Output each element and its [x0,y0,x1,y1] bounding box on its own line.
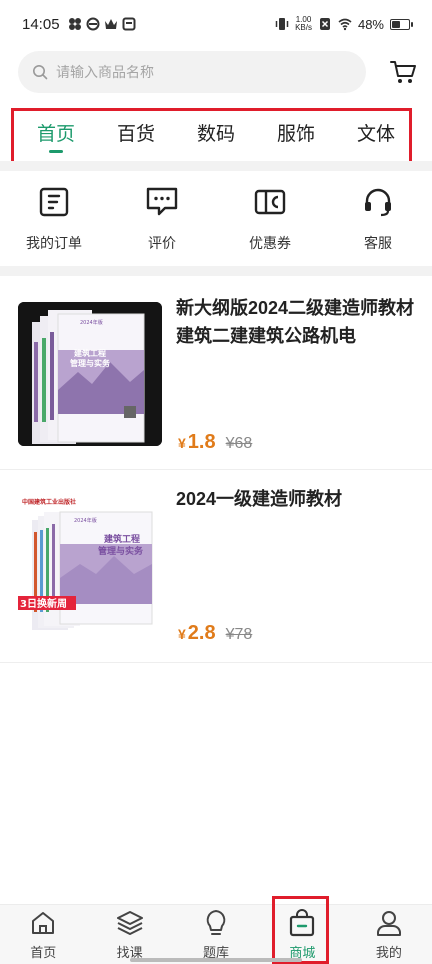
search-icon [33,65,48,80]
quick-action-label: 客服 [364,235,392,251]
tab-stationery-sports[interactable]: 文体 [336,103,416,159]
search-input[interactable] [56,64,336,80]
product-card[interactable]: 2024年版 建筑工程 管理与实务 新大纲版2024二级建造师教材建筑二建建筑公… [0,290,432,468]
network-speed: 1.00 KB/s [295,16,312,32]
row-divider [0,662,432,663]
quick-action-label: 评价 [148,235,176,251]
original-price: ¥78 [225,626,253,643]
customer-service-button[interactable]: 客服 [324,185,432,261]
nav-item-mall[interactable]: 商城 [259,905,345,964]
bottom-nav: 首页 找课 题库 商城 我的 [0,904,432,964]
product-image: 2024年版 建筑工程 管理与实务 [18,302,162,446]
battery-fill [392,20,400,28]
bulb-icon [202,909,230,937]
reviews-button[interactable]: 评价 [108,185,216,261]
product-title: 2024一级建造师教材 [176,489,343,509]
vibrate-icon [275,18,289,30]
layers-icon [116,909,144,937]
sim-off-icon [319,18,330,30]
currency-symbol: ¥ [178,626,186,642]
crown-notification-icon [104,19,117,29]
order-icon [37,185,71,219]
cart-icon [390,61,416,83]
tab-label: 百货 [116,124,155,145]
tab-apparel[interactable]: 服饰 [256,103,336,159]
original-price: ¥68 [225,435,253,452]
quick-actions: 我的订单 评价 优惠券 客服 [0,185,432,261]
headset-icon [361,185,395,219]
book-title-line-1: 建筑工程 [73,348,106,358]
product-image: 中国建筑工业出版社 2024年版 建筑工程 管理与实务 3日换新周 [18,492,162,636]
status-bar: 14:05 1.00 KB/s 48% [0,0,432,48]
currency-symbol: ¥ [178,435,186,451]
price-row: ¥ 2.8 ¥78 [178,622,252,645]
product-title: 新大纲版2024二级建造师教材建筑二建建筑公路机电 [176,298,415,346]
current-price: 2.8 [187,622,216,644]
book-title-line-1: 建筑工程 [104,533,140,545]
price-row: ¥ 1.8 ¥68 [178,431,252,454]
status-right: 1.00 KB/s 48% [275,16,413,32]
network-speed-unit: KB/s [295,23,312,32]
person-icon [375,909,403,937]
my-orders-button[interactable]: 我的订单 [0,185,108,261]
tab-label: 服饰 [276,124,315,145]
sync-notification-icon [86,17,100,31]
book-badge-text: 2024年版 [74,517,97,524]
tab-general-goods[interactable]: 百货 [96,103,176,159]
book-cover-image: 2024年版 建筑工程 管理与实务 [18,302,162,446]
nav-item-home[interactable]: 首页 [0,905,86,964]
nav-item-courses[interactable]: 找课 [86,905,172,964]
current-price: 1.8 [187,431,216,453]
nav-label: 我的 [375,945,402,960]
book-title-line-2: 管理与实务 [70,358,111,368]
battery-percent: 48% [357,16,384,32]
comment-icon [145,185,179,219]
nav-item-profile[interactable]: 我的 [346,905,432,964]
notification-icons [68,17,136,31]
search-box[interactable] [18,51,366,93]
quick-action-label: 我的订单 [26,235,82,251]
publisher-text: 中国建筑工业出版社 [22,498,76,506]
tab-label: 首页 [36,124,75,145]
search-row [18,50,418,94]
shopping-bag-icon [288,909,316,937]
tab-label: 数码 [196,124,235,145]
promo-badge-text: 3日换新周 [20,597,67,610]
quick-action-label: 优惠券 [249,235,291,251]
tab-label: 文体 [356,124,395,145]
app-notification-icon [68,18,81,30]
section-divider [0,161,432,171]
nav-label: 首页 [30,945,57,960]
nav-item-question-bank[interactable]: 题库 [173,905,259,964]
row-divider [0,469,432,470]
tab-digital[interactable]: 数码 [176,103,256,159]
tab-active-indicator [49,150,63,153]
coupon-icon [253,185,287,219]
status-left: 14:05 [22,16,136,33]
battery-icon [390,18,413,30]
store-notification-icon [122,17,136,31]
tab-home[interactable]: 首页 [16,103,96,159]
coupons-button[interactable]: 优惠券 [216,185,324,261]
cart-button[interactable] [388,57,418,87]
status-time: 14:05 [22,15,60,33]
wifi-icon [338,18,352,31]
product-card[interactable]: 中国建筑工业出版社 2024年版 建筑工程 管理与实务 3日换新周 2024一级… [0,482,432,660]
book-badge-text: 2024年版 [80,319,103,326]
home-indicator [130,958,302,962]
category-tabs: 首页 百货 数码 服饰 文体 [0,103,432,159]
section-divider [0,266,432,276]
book-title-line-2: 管理与实务 [98,545,144,557]
book-cover-image: 中国建筑工业出版社 2024年版 建筑工程 管理与实务 3日换新周 [18,492,162,636]
home-icon [29,909,57,937]
